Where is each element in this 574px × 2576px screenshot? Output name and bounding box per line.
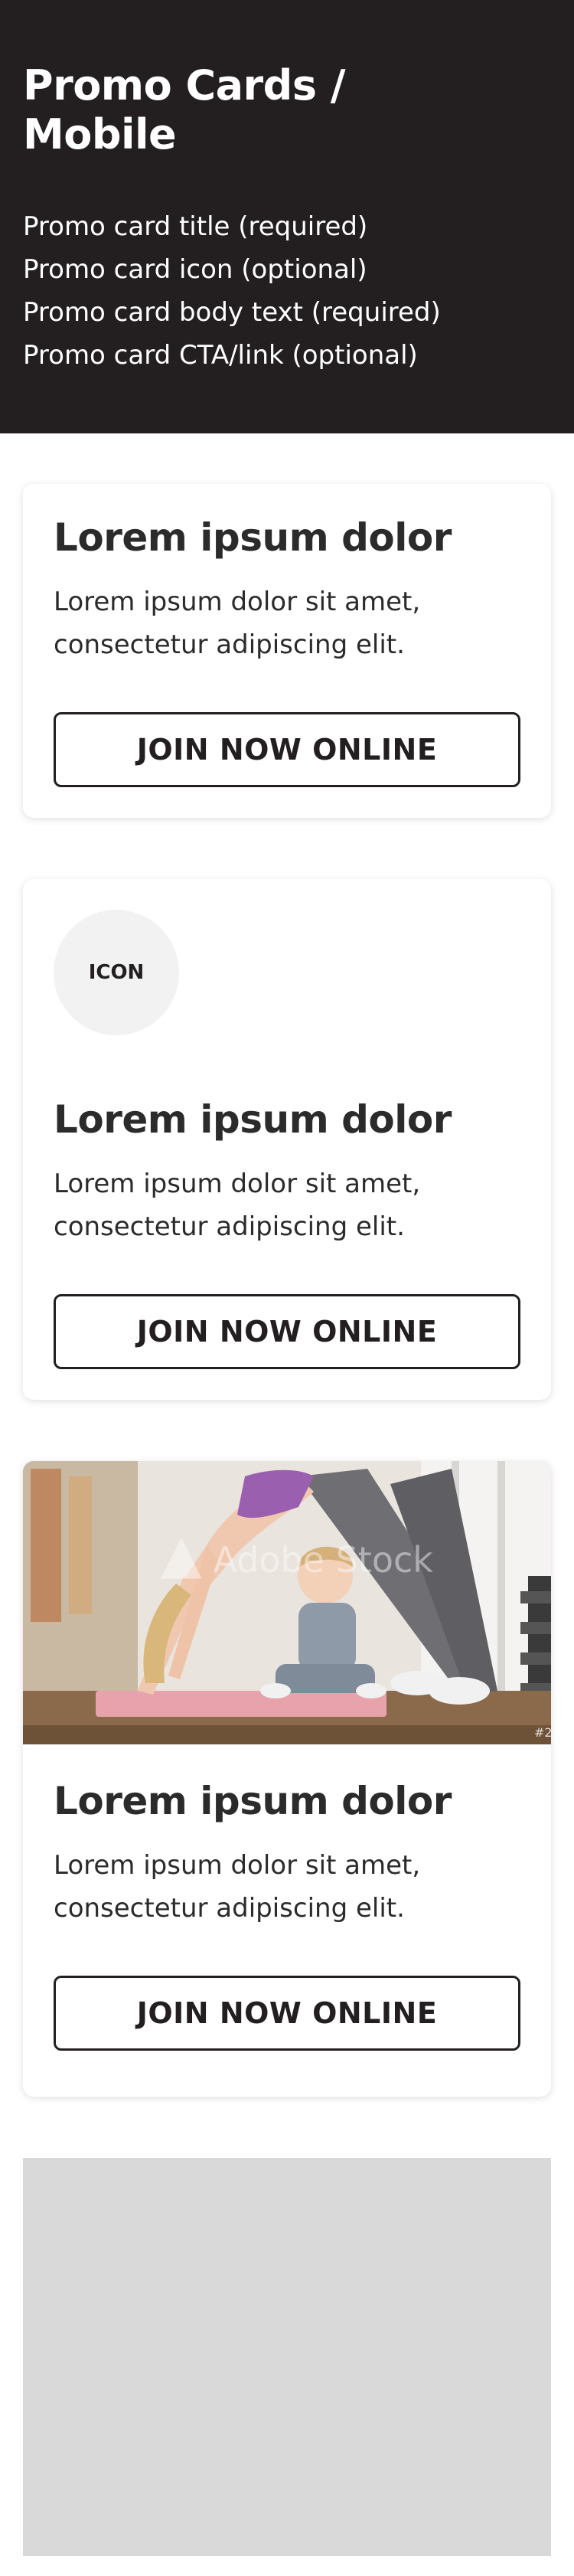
note-body-required: Promo card body text (required) [23,297,441,328]
placeholder-icon: ICON [54,910,179,1035]
note-icon-optional: Promo card icon (optional) [23,254,367,285]
note-title-required: Promo card title (required) [23,211,368,242]
page-header: Promo Cards / Mobile Promo card title (r… [0,0,574,433]
promo-card-image: ▲ Adobe Stock #2 [23,1461,551,1744]
image-watermark-id: #2 [534,1725,551,1740]
join-now-button[interactable]: JOIN NOW ONLINE [54,1976,520,2051]
card-content: Lorem ipsum dolor Lorem ipsum dolor sit … [23,1744,551,2097]
promo-card-basic: Lorem ipsum dolor Lorem ipsum dolor sit … [23,484,551,818]
join-now-button[interactable]: JOIN NOW ONLINE [54,1294,520,1369]
page-title: Promo Cards / Mobile [23,61,346,159]
promo-card-with-image: ▲ Adobe Stock #2 Lorem ipsum dolor Lorem… [23,1461,551,2097]
field-notes: Promo card title (required) Promo card i… [23,205,551,377]
card-body-text: Lorem ipsum dolor sit amet, consectetur … [54,1850,421,1924]
card-title: Lorem ipsum dolor [54,1779,452,1823]
card-body-text: Lorem ipsum dolor sit amet, consectetur … [54,1169,421,1242]
card-title: Lorem ipsum dolor [54,515,452,560]
card-title: Lorem ipsum dolor [54,1097,452,1142]
card-body-text: Lorem ipsum dolor sit amet, consectetur … [54,587,421,660]
note-cta-optional: Promo card CTA/link (optional) [23,340,418,371]
image-placeholder [23,2158,551,2556]
join-now-button[interactable]: JOIN NOW ONLINE [54,712,520,787]
promo-cards-list: Lorem ipsum dolor Lorem ipsum dolor sit … [0,433,574,2556]
promo-card-with-icon: ICON Lorem ipsum dolor Lorem ipsum dolor… [23,879,551,1400]
